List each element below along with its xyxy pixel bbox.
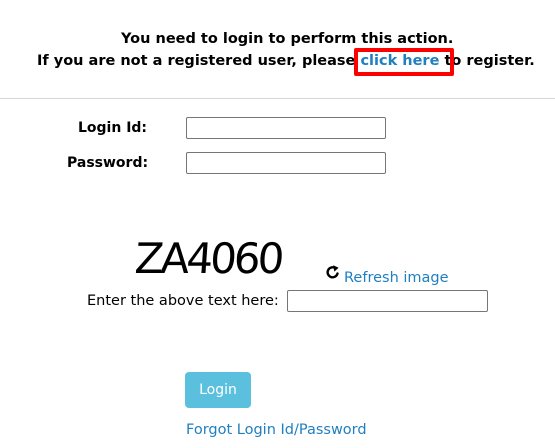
forgot-login-link[interactable]: Forgot Login Id/Password (186, 422, 367, 438)
password-label: Password: (67, 155, 149, 171)
register-link-highlight (354, 48, 454, 76)
captcha-prompt: Enter the above text here: (87, 293, 279, 309)
register-message: If you are not a registered user, please… (37, 53, 535, 69)
login-id-label: Login Id: (78, 120, 148, 136)
login-button[interactable]: Login (185, 372, 251, 408)
notice-message: You need to login to perform this action… (121, 31, 454, 47)
login-id-input[interactable] (186, 117, 386, 139)
login-required-notice: You need to login to perform this action… (0, 0, 555, 99)
refresh-icon[interactable] (326, 264, 340, 280)
captcha-image: ZA4060 (125, 233, 315, 283)
captcha-input[interactable] (287, 290, 488, 312)
register-text-before: If you are not a registered user, please (37, 53, 361, 69)
refresh-image-link[interactable]: Refresh image (344, 270, 449, 286)
captcha-text: ZA4060 (133, 234, 284, 283)
password-input[interactable] (186, 152, 386, 174)
